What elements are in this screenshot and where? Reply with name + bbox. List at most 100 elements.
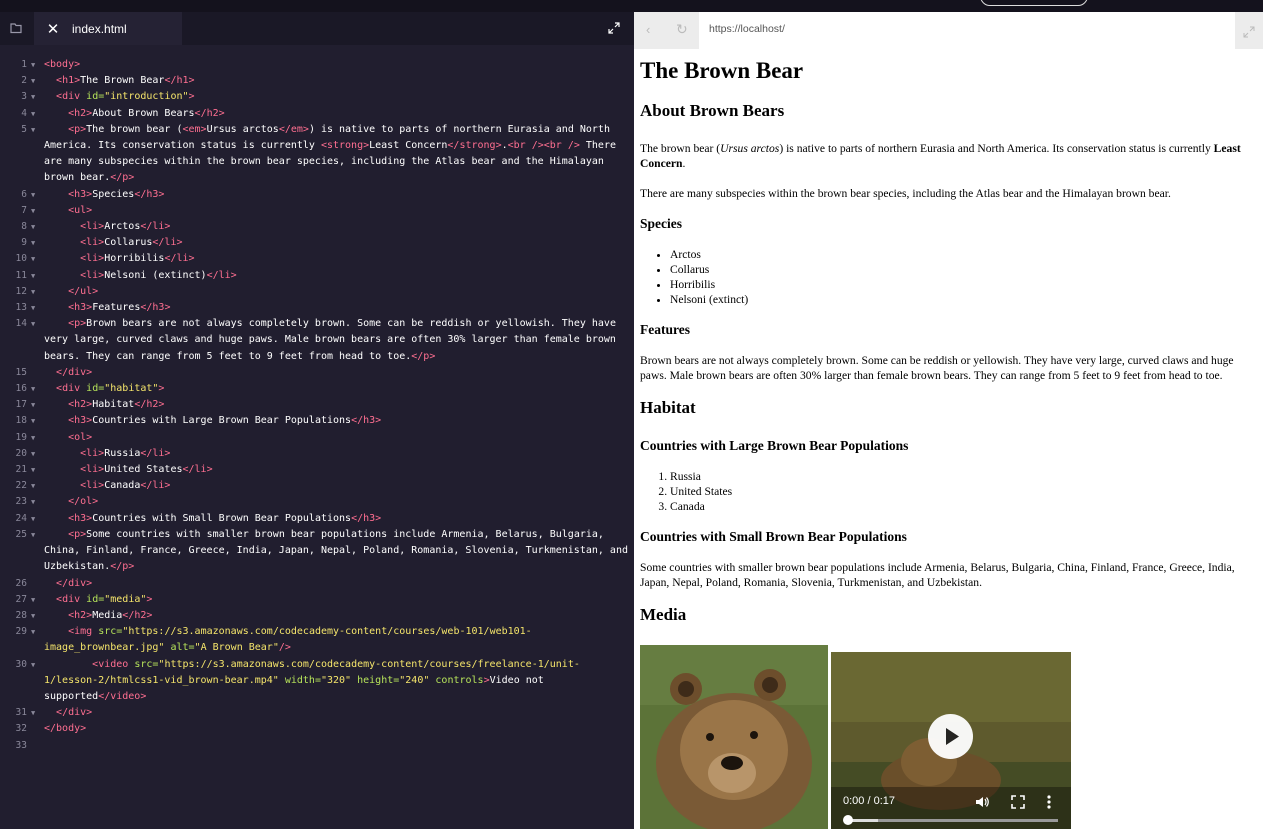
bear-video-player[interactable]: 0:00 / 0:17	[831, 652, 1071, 829]
code-line[interactable]: 31 ▼ </div>	[0, 705, 634, 721]
code-line[interactable]: 5 ▼ <p>The brown bear (<em>Ursus arctos</…	[0, 122, 634, 187]
fold-toggle-icon[interactable]: ▼	[31, 624, 35, 640]
line-number: 20	[15, 447, 27, 459]
fold-toggle-icon[interactable]: ▼	[31, 478, 35, 494]
code-line[interactable]: 17 ▼ <h2>Habitat</h2>	[0, 397, 634, 413]
url-bar[interactable]: https://localhost/	[699, 12, 1236, 49]
code-line[interactable]: 18 ▼ <h3>Countries with Large Brown Bear …	[0, 413, 634, 429]
fold-toggle-icon[interactable]: ▼	[31, 284, 35, 300]
code-line[interactable]: 16 ▼ <div id="habitat">	[0, 381, 634, 397]
code-line[interactable]: 7 ▼ <ul>	[0, 203, 634, 219]
expand-icon[interactable]	[1243, 25, 1255, 38]
fold-toggle-icon[interactable]: ▼	[31, 300, 35, 316]
code-text: <li>Arctos</li>	[80, 221, 171, 233]
code-line[interactable]: 33	[0, 738, 634, 754]
folder-icon[interactable]	[6, 18, 26, 38]
fold-toggle-icon[interactable]: ▼	[31, 430, 35, 446]
code-line[interactable]: 24 ▼ <h3>Countries with Small Brown Bear …	[0, 511, 634, 527]
fold-toggle-icon[interactable]: ▼	[31, 251, 35, 267]
code-line[interactable]: 21 ▼ <li>United States</li>	[0, 462, 634, 478]
code-line[interactable]: 19 ▼ <ol>	[0, 430, 634, 446]
code-line[interactable]: 26 </div>	[0, 576, 634, 592]
fold-toggle-icon[interactable]: ▼	[31, 268, 35, 284]
fold-toggle-icon[interactable]: ▼	[31, 122, 35, 138]
reload-icon[interactable]: ↻	[676, 21, 688, 38]
code-line[interactable]: 28 ▼ <h2>Media</h2>	[0, 608, 634, 624]
fullscreen-icon[interactable]	[1010, 794, 1026, 815]
fold-toggle-icon[interactable]: ▼	[31, 397, 35, 413]
fold-toggle-icon[interactable]: ▼	[31, 203, 35, 219]
code-line[interactable]: 23 ▼ </ol>	[0, 494, 634, 510]
code-line[interactable]: 4 ▼ <h2>About Brown Bears</h2>	[0, 106, 634, 122]
close-icon[interactable]: ✕	[34, 20, 72, 38]
country-item: United States	[670, 484, 1260, 499]
fold-toggle-icon[interactable]: ▼	[31, 219, 35, 235]
code-text: <h2>Media</h2>	[68, 609, 153, 621]
code-line[interactable]: 9 ▼ <li>Collarus</li>	[0, 235, 634, 251]
fold-toggle-icon[interactable]: ▼	[31, 657, 35, 673]
code-editor: ✕ index.html 1 ▼ <body> 2 ▼ <h1>The Brown Be…	[0, 12, 634, 829]
code-line[interactable]: 29 ▼ <img src="https://s3.amazonaws.com/c…	[0, 624, 634, 656]
line-number: 23	[15, 496, 27, 508]
volume-icon[interactable]	[974, 794, 990, 815]
fold-toggle-icon[interactable]: ▼	[31, 592, 35, 608]
code-line[interactable]: 2 ▼ <h1>The Brown Bear</h1>	[0, 73, 634, 89]
more-options-icon[interactable]	[1046, 794, 1052, 815]
media-row: 0:00 / 0:17	[640, 645, 1260, 829]
code-line[interactable]: 32 </body>	[0, 721, 634, 737]
code-line[interactable]: 14 ▼ <p>Brown bears are not always comple…	[0, 316, 634, 365]
code-line[interactable]: 27 ▼ <div id="media">	[0, 592, 634, 608]
browser-preview: ‹ ↻ https://localhost/ The Brown Bear Ab…	[634, 12, 1263, 829]
fold-toggle-icon[interactable]: ▼	[31, 527, 35, 543]
fold-toggle-icon[interactable]: ▼	[31, 381, 35, 397]
video-scrubber-handle[interactable]	[843, 815, 853, 825]
code-line[interactable]: 20 ▼ <li>Russia</li>	[0, 446, 634, 462]
fold-toggle-icon[interactable]: ▼	[31, 106, 35, 122]
code-line[interactable]: 6 ▼ <h3>Species</h3>	[0, 187, 634, 203]
code-line[interactable]: 13 ▼ <h3>Features</h3>	[0, 300, 634, 316]
fold-toggle-icon[interactable]: ▼	[31, 462, 35, 478]
code-line[interactable]: 10 ▼ <li>Horribilis</li>	[0, 251, 634, 267]
fold-toggle-icon[interactable]: ▼	[31, 511, 35, 527]
line-number: 2	[21, 75, 27, 87]
fold-toggle-icon[interactable]: ▼	[31, 57, 35, 73]
line-number: 13	[15, 302, 27, 314]
small-populations-paragraph: Some countries with smaller brown bear p…	[640, 561, 1235, 589]
line-number: 17	[15, 399, 27, 411]
fold-toggle-icon[interactable]: ▼	[31, 705, 35, 721]
top-button[interactable]	[980, 0, 1088, 6]
code-text: <li>Russia</li>	[80, 447, 171, 459]
line-number: 32	[15, 723, 27, 735]
code-text: <video src="https://s3.amazonaws.com/cod…	[44, 658, 580, 702]
features-paragraph: Brown bears are not always completely br…	[640, 354, 1234, 382]
play-button[interactable]	[928, 714, 973, 759]
code-line[interactable]: 22 ▼ <li>Canada</li>	[0, 478, 634, 494]
code-line[interactable]: 3 ▼ <div id="introduction">	[0, 89, 634, 105]
code-line[interactable]: 30 ▼ <video src="https://s3.amazonaws.com…	[0, 657, 634, 706]
code-line[interactable]: 11 ▼ <li>Nelsoni (extinct)</li>	[0, 268, 634, 284]
code-text: </ul>	[68, 285, 99, 297]
code-line[interactable]: 15 </div>	[0, 365, 634, 381]
video-progress-bar[interactable]	[846, 819, 1058, 822]
tab-index-html[interactable]: ✕ index.html	[34, 12, 182, 45]
code-text: <h3>Species</h3>	[68, 188, 165, 200]
fold-toggle-icon[interactable]: ▼	[31, 608, 35, 624]
fold-toggle-icon[interactable]: ▼	[31, 187, 35, 203]
code-line[interactable]: 25 ▼ <p>Some countries with smaller brown…	[0, 527, 634, 576]
fold-toggle-icon[interactable]: ▼	[31, 73, 35, 89]
expand-icon[interactable]	[606, 20, 622, 36]
fold-toggle-icon[interactable]: ▼	[31, 235, 35, 251]
code-line[interactable]: 12 ▼ </ul>	[0, 284, 634, 300]
fold-toggle-icon[interactable]: ▼	[31, 316, 35, 332]
intro-paragraph: The brown bear (Ursus arctos) is native …	[640, 141, 1260, 171]
fold-toggle-icon[interactable]: ▼	[31, 89, 35, 105]
fold-toggle-icon[interactable]: ▼	[31, 413, 35, 429]
fold-toggle-icon[interactable]: ▼	[31, 494, 35, 510]
code-area[interactable]: 1 ▼ <body> 2 ▼ <h1>The Brown Bear</h1> 3 ▼ <di…	[0, 57, 634, 754]
code-line[interactable]: 8 ▼ <li>Arctos</li>	[0, 219, 634, 235]
line-number: 1	[21, 59, 27, 70]
line-number: 26	[15, 577, 27, 589]
fold-toggle-icon[interactable]: ▼	[31, 446, 35, 462]
back-icon[interactable]: ‹	[646, 22, 650, 37]
code-line[interactable]: 1 ▼ <body>	[0, 57, 634, 73]
